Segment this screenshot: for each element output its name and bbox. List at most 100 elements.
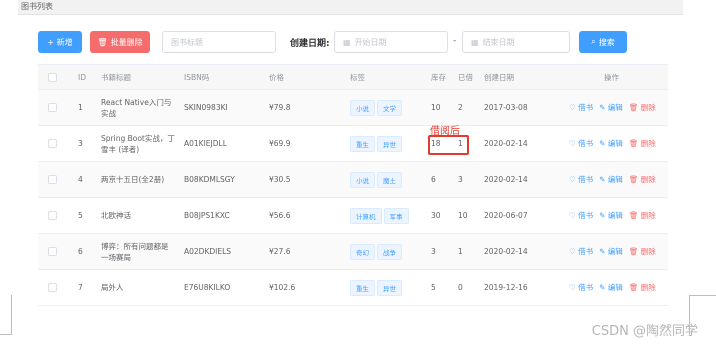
edit-button[interactable]: ✎ 编辑 [599, 282, 623, 293]
table-row: 3 Spring Boot实战，丁雪丰 (译者) A01KIEJDLL ¥69.… [38, 126, 668, 162]
start-date-input[interactable]: ▦ 开始日期 [334, 31, 448, 53]
page-title: 图书列表 [21, 2, 53, 11]
cell-created-date: 2020-02-14 [484, 247, 528, 256]
cell-stock: 6 [431, 175, 436, 184]
cell-isbn: A01KIEJDLL [184, 139, 227, 148]
borrow-button[interactable]: ♡ 借书 [569, 174, 593, 185]
table-row: 4 两京十五日(全2册) B08KDMLSGY ¥30.5 小说 魔土 6 3 2… [38, 162, 668, 198]
edit-button[interactable]: ✎ 编辑 [599, 138, 623, 149]
search-icon: ⌕ [591, 37, 596, 46]
cell-stock: 3 [431, 247, 436, 256]
tag: 重生 [350, 279, 375, 296]
pencil-icon: ✎ [599, 211, 606, 220]
row-checkbox[interactable] [48, 139, 57, 148]
borrow-button[interactable]: ♡ 借书 [569, 210, 593, 221]
cell-price: ¥69.9 [269, 139, 291, 148]
tag: 异世 [377, 135, 402, 152]
cell-tags: 小说 文学 [350, 99, 404, 116]
delete-button[interactable]: 🗑 删除 [629, 282, 656, 293]
tag: 奇幻 [350, 243, 375, 260]
tag: 计算机 [350, 207, 382, 224]
row-checkbox[interactable] [48, 247, 57, 256]
cell-stock: 10 [431, 103, 441, 112]
row-checkbox[interactable] [48, 175, 57, 184]
delete-button[interactable]: 🗑 删除 [629, 246, 656, 257]
delete-button[interactable]: 🗑 删除 [629, 210, 656, 221]
edit-button[interactable]: ✎ 编辑 [599, 174, 623, 185]
table-row: 6 博弈：所有问题都是一场赛局 A02DKDIELS ¥27.6 奇幻 战争 3 … [38, 234, 668, 270]
cell-id: 3 [78, 139, 83, 148]
column-header-borrowed: 已借 [458, 72, 473, 82]
add-button[interactable]: + 新增 [38, 31, 82, 53]
batch-delete-button[interactable]: 🗑 批量删除 [90, 31, 150, 53]
cell-title: React Native入门与实战 [101, 97, 172, 118]
edit-label: 编辑 [607, 283, 623, 292]
cell-created-date: 2020-02-14 [484, 175, 528, 184]
cell-price: ¥79.8 [269, 103, 291, 112]
edit-label: 编辑 [607, 175, 623, 184]
cell-tags: 重生 异世 [350, 135, 404, 152]
title-placeholder: 图书标题 [171, 37, 203, 47]
borrow-label: 借书 [578, 103, 594, 112]
cell-id: 5 [78, 211, 83, 220]
column-header-isbn: ISBN码 [184, 72, 210, 82]
row-checkbox[interactable] [48, 211, 57, 220]
delete-label: 删除 [640, 247, 656, 256]
delete-button[interactable]: 🗑 删除 [629, 174, 656, 185]
cell-isbn: E76U8KILKO [184, 283, 231, 292]
select-all-checkbox[interactable] [48, 72, 57, 82]
tag-icon: ♡ [569, 139, 576, 148]
cell-created-date: 2017-03-08 [484, 103, 528, 112]
cell-title: 两京十五日(全2册) [101, 175, 165, 184]
books-table: ID 书籍标题 ISBN码 价格 标签 库存 已借 创建日期 操作 1 Reac… [38, 64, 668, 309]
search-button-label: 搜索 [598, 37, 615, 47]
cell-id: 6 [78, 247, 83, 256]
tag: 战争 [377, 243, 402, 260]
edit-label: 编辑 [607, 103, 623, 112]
edit-button[interactable]: ✎ 编辑 [599, 246, 623, 257]
divider [0, 295, 12, 335]
column-header-created-date: 创建日期 [484, 72, 514, 82]
cell-tags: 奇幻 战争 [350, 243, 404, 260]
end-date-input[interactable]: ▦ 结束日期 [462, 31, 570, 53]
cell-borrowed: 1 [458, 247, 463, 256]
tag-icon: ♡ [569, 103, 576, 112]
borrow-button[interactable]: ♡ 借书 [569, 138, 593, 149]
calendar-icon: ▦ [343, 37, 351, 47]
borrow-label: 借书 [578, 139, 594, 148]
delete-label: 删除 [640, 175, 656, 184]
trash-icon: 🗑 [628, 247, 639, 256]
edit-button[interactable]: ✎ 编辑 [599, 102, 623, 113]
table-row: 7 局外人 E76U8KILKO ¥102.6 重生 异世 5 0 2019-12… [38, 270, 668, 306]
cell-id: 4 [78, 175, 83, 184]
borrow-label: 借书 [578, 247, 594, 256]
search-button[interactable]: ⌕ 搜索 [579, 31, 627, 53]
delete-label: 删除 [640, 283, 656, 292]
borrow-button[interactable]: ♡ 借书 [569, 102, 593, 113]
table-row: 5 北欧神话 B08JPS1KXC ¥56.6 计算机 军事 30 10 2020… [38, 198, 668, 234]
borrow-button[interactable]: ♡ 借书 [569, 282, 593, 293]
cell-borrowed: 10 [458, 211, 468, 220]
batch-delete-label: 批量删除 [110, 37, 143, 47]
cell-title: 局外人 [101, 283, 124, 292]
trash-icon: 🗑 [628, 283, 639, 292]
row-actions: ♡ 借书 ✎ 编辑 🗑 删除 [569, 282, 656, 293]
row-checkbox[interactable] [48, 283, 57, 292]
trash-icon: 🗑 [628, 211, 639, 220]
trash-icon: 🗑 [628, 103, 639, 112]
borrow-button[interactable]: ♡ 借书 [569, 246, 593, 257]
cell-title: 博弈：所有问题都是一场赛局 [101, 241, 169, 262]
cell-id: 7 [78, 283, 83, 292]
title-search-input[interactable]: 图书标题 [162, 31, 276, 53]
row-actions: ♡ 借书 ✎ 编辑 🗑 删除 [569, 210, 656, 221]
row-checkbox[interactable] [48, 103, 57, 112]
delete-label: 删除 [640, 139, 656, 148]
delete-button[interactable]: 🗑 删除 [629, 138, 656, 149]
delete-button[interactable]: 🗑 删除 [629, 102, 656, 113]
cell-borrowed: 3 [458, 175, 463, 184]
cell-tags: 小说 魔土 [350, 171, 404, 188]
edit-button[interactable]: ✎ 编辑 [599, 210, 623, 221]
edit-label: 编辑 [607, 247, 623, 256]
cell-price: ¥56.6 [269, 211, 291, 220]
trash-icon: 🗑 [628, 175, 639, 184]
